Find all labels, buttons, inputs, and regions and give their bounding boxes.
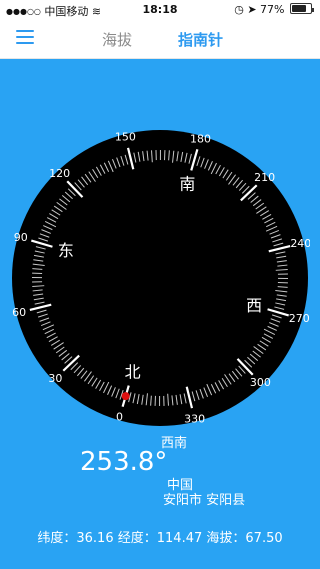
degree-label: 210 (254, 171, 275, 184)
degree-label: 240 (290, 237, 310, 250)
longitude-value: 114.47 (156, 531, 203, 546)
battery-percent: 77% (260, 3, 285, 16)
latitude-label: 纬度： (37, 531, 77, 546)
degree-label: 300 (250, 376, 271, 389)
coordinates-bar: 纬度：36.16 经度：114.47 海拔：67.50 (0, 527, 320, 546)
degree-label: 30 (48, 372, 62, 385)
status-right: ◷ ➤ 77% (234, 3, 314, 16)
locality-text: 安阳市 安阳县 (163, 493, 246, 508)
status-bar: ●●●○○ 中国移动 ≋ 18:18 ◷ ➤ 77% (0, 0, 320, 20)
cardinal-south: 南 (179, 174, 195, 193)
degree-label: 120 (49, 167, 70, 180)
longitude-label: 经度： (117, 531, 157, 546)
menu-icon[interactable] (16, 30, 34, 46)
degree-label: 0 (116, 411, 123, 424)
tab-altitude[interactable]: 海拔 (102, 29, 132, 50)
degree-label: 90 (14, 231, 28, 244)
degree-label: 180 (190, 132, 211, 145)
degree-label: 270 (289, 312, 310, 325)
cardinal-north: 北 (125, 363, 141, 382)
heading-value: 253.8° (80, 447, 168, 477)
cardinal-east: 东 (58, 241, 74, 260)
nav-bar: 海拔 指南针 (0, 20, 320, 59)
north-pointer-dot (121, 392, 130, 401)
degree-label: 150 (115, 131, 136, 144)
altitude-value: 67.50 (245, 531, 283, 546)
altitude-label: 海拔： (206, 531, 246, 546)
location-arrow-icon: ➤ (247, 3, 257, 16)
battery-icon (290, 3, 312, 14)
tab-compass[interactable]: 指南针 (178, 29, 223, 50)
latitude-value: 36.16 (76, 531, 114, 546)
degree-label: 60 (12, 306, 26, 319)
compass-dial: 0 30 60 90 120 150 180 210 240 270 300 330 北 东 南西 (12, 130, 310, 426)
cardinal-west: 西 (246, 296, 262, 315)
degree-label: 330 (184, 412, 205, 425)
alarm-icon: ◷ (234, 3, 244, 16)
